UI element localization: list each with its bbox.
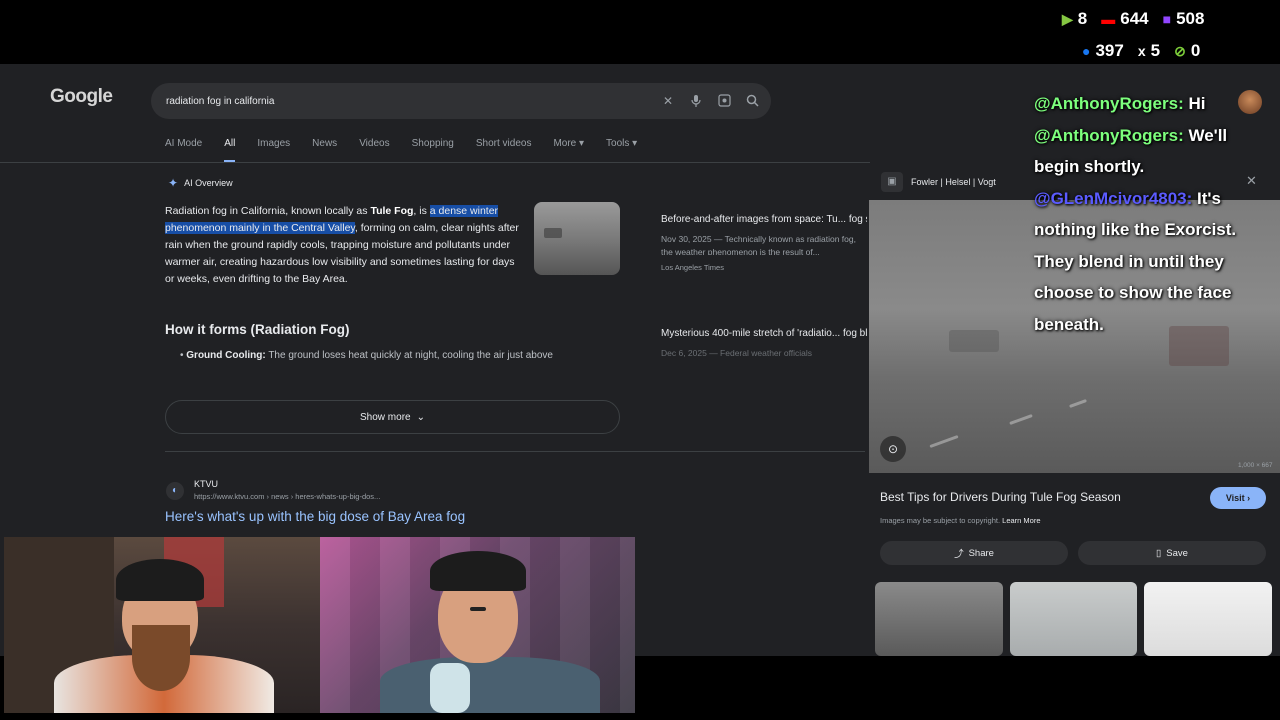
rumble-count: 8 [1077, 9, 1088, 28]
tab-all[interactable]: All [224, 138, 236, 162]
twitch-stat: ■ 508 [1163, 9, 1205, 29]
sparkle-icon: ✦ [168, 176, 179, 190]
twitch-icon: ■ [1162, 11, 1172, 27]
image-source-header[interactable]: ▣ Fowler | Helsel | Vogt [881, 172, 996, 192]
bullet-label: Ground Cooling: [186, 350, 266, 361]
search-input[interactable]: radiation fog in california [166, 96, 647, 107]
chat-message: @GLenMcivor4803: It's nothing like the E… [1034, 183, 1274, 341]
rumble-stat: ▶ 8 [1062, 9, 1087, 29]
copyright-text: Images may be subject to copyright. [880, 516, 1003, 525]
tab-more[interactable]: More ▾ [553, 138, 584, 156]
chat-username: @AnthonyRogers: [1034, 94, 1184, 113]
ai-overview-header: ✦ AI Overview [168, 176, 233, 190]
share-icon: ⤴ [954, 549, 964, 560]
x-stat: x5 [1138, 41, 1160, 61]
tab-ai-mode[interactable]: AI Mode [165, 138, 202, 156]
mic-icon[interactable] [689, 94, 703, 108]
source-favicon-icon: ▣ [881, 172, 903, 192]
viewer-stats-row-1: ▶ 8 ▬ 644 ■ 508 [1062, 9, 1204, 29]
image-source-name: Fowler | Helsel | Vogt [911, 177, 996, 187]
share-label: Share [968, 547, 994, 559]
chat-text: Hi [1183, 94, 1206, 113]
news-source-1: Los Angeles Times [652, 255, 867, 274]
search-icon[interactable] [745, 94, 759, 108]
search-tabs: AI Mode All Images News Videos Shopping … [165, 138, 637, 162]
image-dimensions: 1,000 × 667 [1238, 462, 1273, 469]
chevron-down-icon: ⌄ [416, 411, 425, 423]
tab-images[interactable]: Images [257, 138, 290, 156]
lens-search-icon[interactable]: ⊙ [880, 436, 906, 462]
search-bar[interactable]: radiation fog in california ✕ [151, 83, 771, 119]
ktvu-favicon-icon: ◐ [166, 482, 184, 500]
tab-divider [0, 162, 870, 163]
tab-short-videos[interactable]: Short videos [476, 138, 532, 156]
bullet-text: The ground loses heat quickly at night, … [265, 350, 553, 361]
chat-avatar [1238, 90, 1262, 114]
x-icon: x [1137, 43, 1146, 59]
news-card-2[interactable]: Mysterious 400-mile stretch of 'radiatio… [652, 318, 867, 378]
ai-overview-image[interactable] [534, 202, 620, 275]
webcam-host-right [320, 537, 635, 713]
tab-videos[interactable]: Videos [359, 138, 389, 156]
news-source-label-1: Los Angeles Times [661, 263, 724, 272]
ai-overview-label: AI Overview [184, 178, 233, 188]
result-url[interactable]: https://www.ktvu.com › news › heres-what… [194, 492, 380, 501]
facebook-count: 397 [1095, 41, 1124, 60]
facebook-stat: ● 397 [1082, 41, 1124, 61]
link-icon: ⊘ [1174, 43, 1186, 59]
chat-text: It's nothing like the Exorcist. They ble… [1034, 188, 1237, 334]
youtube-stat: ▬ 644 [1101, 9, 1148, 29]
tab-news[interactable]: News [312, 138, 337, 156]
save-label: Save [1166, 547, 1188, 559]
how-it-forms-heading: How it forms (Radiation Fog) [165, 322, 350, 337]
show-more-button[interactable]: Show more ⌄ [165, 400, 620, 434]
rumble-icon: ▶ [1062, 11, 1073, 27]
news-snippet-2: Dec 6, 2025 — Federal weather officials [661, 348, 813, 358]
copyright-notice: Images may be subject to copyright. Lear… [880, 516, 1041, 525]
tab-shopping[interactable]: Shopping [412, 138, 454, 156]
result-site-name: KTVU [194, 479, 219, 489]
related-image-3[interactable] [1144, 582, 1272, 656]
x-count: 5 [1150, 41, 1161, 60]
bullet-item: • Ground Cooling: The ground loses heat … [180, 350, 553, 361]
ai-overview-text: Radiation fog in California, known local… [165, 203, 519, 288]
result-title-link[interactable]: Here's what's up with the big dose of Ba… [165, 509, 465, 524]
section-divider [165, 451, 865, 452]
webcam-host-left [4, 537, 320, 713]
twitch-count: 508 [1176, 9, 1205, 28]
news-snippet-1: Nov 30, 2025 — Technically known as radi… [661, 234, 856, 255]
news-card-1[interactable]: Before-and-after images from space: Tu..… [652, 204, 867, 309]
show-more-label: Show more [360, 411, 411, 423]
camera-search-icon[interactable] [717, 94, 731, 108]
link-stat: ⊘ 0 [1174, 41, 1200, 61]
ai-text-start: Radiation fog in California, known local… [165, 205, 371, 217]
learn-more-link[interactable]: Learn More [1002, 516, 1040, 525]
related-image-2[interactable] [1010, 582, 1137, 656]
clear-icon[interactable]: ✕ [661, 94, 675, 108]
stream-frame: Google radiation fog in california ✕ AI … [0, 0, 1280, 720]
chat-overlay: @AnthonyRogers: Hi @AnthonyRogers: We'll… [1034, 88, 1274, 340]
link-count: 0 [1190, 41, 1201, 60]
ai-text-bold: Tule Fog [370, 205, 414, 217]
news-title-1: Before-and-after images from space: Tu..… [661, 214, 867, 225]
chat-message: @AnthonyRogers: We'll begin shortly. [1034, 120, 1274, 183]
chat-username: @AnthonyRogers: [1034, 125, 1184, 145]
youtube-count: 644 [1120, 9, 1149, 28]
image-title[interactable]: Best Tips for Drivers During Tule Fog Se… [880, 490, 1121, 504]
viewer-stats-row-2: ● 397 x5 ⊘ 0 [1082, 41, 1200, 61]
news-title-2: Mysterious 400-mile stretch of 'radiatio… [661, 328, 867, 339]
visit-button[interactable]: Visit › [1210, 487, 1266, 509]
chat-username: @GLenMcivor4803: [1034, 188, 1193, 208]
visit-label: Visit [1225, 493, 1245, 503]
tab-tools[interactable]: Tools ▾ [606, 138, 637, 156]
related-image-1[interactable] [875, 582, 1003, 656]
google-logo[interactable]: Google [50, 86, 122, 114]
youtube-icon: ▬ [1101, 11, 1116, 27]
ai-text-mid: , is [413, 205, 430, 217]
facebook-icon: ● [1082, 43, 1091, 59]
share-button[interactable]: ⤴ Share [880, 541, 1068, 565]
save-button[interactable]: ▯ Save [1078, 541, 1266, 565]
bookmark-icon: ▯ [1156, 547, 1162, 559]
